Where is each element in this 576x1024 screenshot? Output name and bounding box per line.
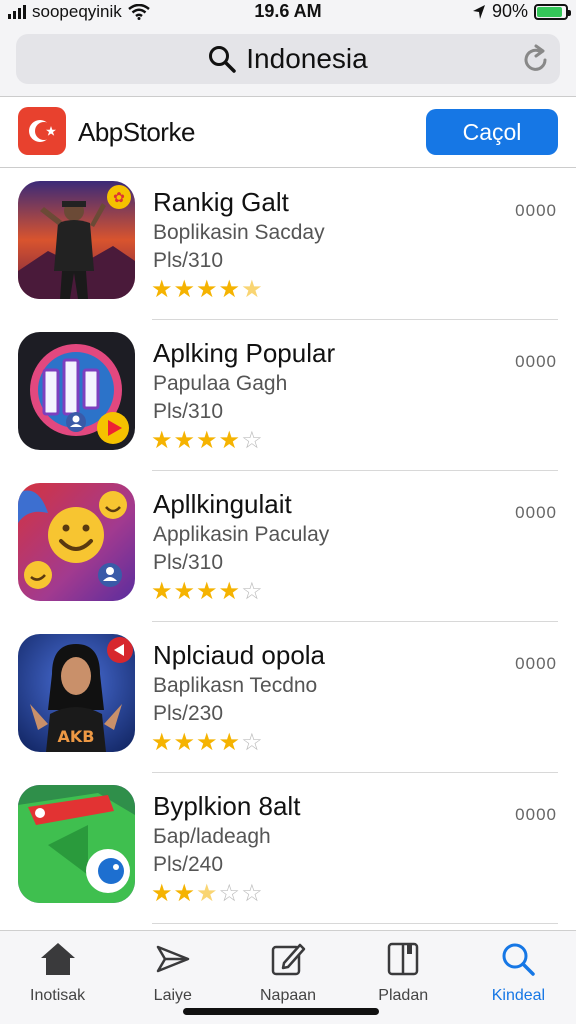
- battery-icon: [534, 3, 571, 20]
- search-icon: [209, 46, 237, 73]
- app-title: Apllkingulait: [153, 489, 292, 519]
- star-full-icon: ★: [151, 427, 173, 454]
- search-icon: [502, 943, 536, 976]
- bar-chart-app-icon: [18, 332, 135, 450]
- star-rating: ★ ★ ★ ★ ☆: [151, 579, 263, 605]
- crescent-star-icon: [29, 120, 56, 142]
- star-full-icon: ★: [218, 578, 241, 605]
- store-logo: [18, 107, 66, 155]
- app-subtitle: Бар/ladeagh: [153, 825, 271, 848]
- star-empty-icon: ☆: [241, 578, 263, 605]
- battery-level: [537, 6, 563, 17]
- tab-label: Inotisak: [30, 987, 86, 1004]
- app-row[interactable]: Byplkion 8alt Бар/ladeagh Pls/240 ★ ★ ★ ☆ ☆ …: [0, 773, 576, 924]
- app-row[interactable]: Aplking Popular Papulaa Gagh Pls/310 ★ ★ ★…: [0, 320, 576, 471]
- star-rating: ★ ★ ★ ★ ☆: [151, 428, 263, 454]
- app-subtitle: Baplikasn Tecdno: [153, 674, 318, 697]
- star-full-icon: ★: [196, 427, 218, 454]
- star-full-icon: ★: [151, 880, 173, 907]
- store-name: AbpStorke: [78, 117, 195, 147]
- star-rating: ★ ★ ★ ☆ ☆: [151, 881, 263, 907]
- app-row[interactable]: AKB Nplciaud opola Baplikasn Tecdno Pls/…: [0, 622, 576, 773]
- star-full-icon: ★: [173, 276, 196, 303]
- row-divider: [152, 923, 558, 924]
- star-full-icon: ★: [196, 729, 218, 756]
- svg-text:AKB: AKB: [58, 727, 95, 746]
- status-bar: soopeqyinik 19.6 AM 90%: [0, 0, 576, 24]
- app-size: Pls/230: [153, 702, 224, 725]
- star-half-icon: ★: [196, 880, 218, 907]
- star-rating: ★ ★ ★ ★ ☆: [151, 730, 263, 756]
- tab-label: Pladan: [378, 987, 429, 1004]
- star-full-icon: ★: [218, 276, 241, 303]
- star-full-icon: ★: [196, 276, 218, 303]
- svg-text:✿: ✿: [113, 189, 125, 205]
- paper-plane-icon: [156, 945, 190, 973]
- more-options[interactable]: 0000: [515, 654, 557, 674]
- location-arrow-icon: [472, 4, 485, 19]
- app-title: Byplkion 8alt: [153, 791, 301, 821]
- search-area: Indonesia: [0, 24, 576, 96]
- app-title: Aplking Popular: [153, 338, 336, 368]
- star-full-icon: ★: [151, 578, 173, 605]
- star-full-icon: ★: [151, 729, 173, 756]
- more-options[interactable]: 0000: [515, 352, 557, 372]
- book-icon: [387, 942, 419, 976]
- app-size: Pls/310: [153, 400, 224, 423]
- reload-icon[interactable]: [522, 44, 550, 74]
- app-subtitle: Applikasin Paculay: [153, 523, 330, 546]
- search-query: Indonesia: [246, 43, 368, 74]
- star-empty-icon: ☆: [241, 880, 263, 907]
- star-full-icon: ★: [173, 729, 196, 756]
- search-input[interactable]: Indonesia: [16, 34, 560, 84]
- tab-home[interactable]: Inotisak: [0, 931, 115, 1024]
- star-full-icon: ★: [218, 427, 241, 454]
- more-options[interactable]: 0000: [515, 201, 557, 221]
- home-indicator[interactable]: [183, 1008, 379, 1015]
- app-subtitle: Papulaa Gagh: [153, 372, 288, 395]
- store-header: AbpStorke Caçol: [0, 96, 576, 168]
- home-icon: [40, 943, 75, 975]
- more-options[interactable]: 0000: [515, 805, 557, 825]
- tab-label: Napaan: [259, 987, 317, 1004]
- star-full-icon: ★: [173, 427, 196, 454]
- dancer-photo-icon: ✿: [18, 181, 135, 299]
- battery-percent: 90%: [491, 1, 528, 21]
- app-row[interactable]: Apllkingulait Applikasin Paculay Pls/310…: [0, 471, 576, 622]
- status-right-group: 90%: [472, 1, 571, 22]
- star-empty-icon: ☆: [218, 880, 241, 907]
- app-size: Pls/310: [153, 551, 224, 574]
- app-size: Pls/240: [153, 853, 224, 876]
- green-map-icon: [18, 785, 135, 903]
- edit-icon: [271, 943, 306, 976]
- woman-photo-icon: AKB: [18, 634, 135, 752]
- star-full-icon: ★: [173, 880, 196, 907]
- star-empty-icon: ☆: [241, 427, 263, 454]
- star-full-icon: ★: [151, 276, 173, 303]
- more-options[interactable]: 0000: [515, 503, 557, 523]
- star-full-icon: ★: [196, 578, 218, 605]
- app-subtitle: Boplikasin Sacday: [153, 221, 325, 244]
- app-row[interactable]: ✿ Rankig Galt Boplikasin Sacday Pls/310 …: [0, 169, 576, 320]
- cancel-button[interactable]: Caçol: [426, 109, 558, 155]
- app-list: ✿ Rankig Galt Boplikasin Sacday Pls/310 …: [0, 169, 576, 924]
- app-title: Nplciaud opola: [153, 640, 326, 670]
- tab-label: Laiye: [153, 987, 192, 1004]
- tab-label: Kindeal: [491, 987, 546, 1004]
- app-title: Rankig Galt: [153, 187, 289, 217]
- emoji-app-icon: [18, 483, 135, 601]
- tab-search[interactable]: Kindeal: [461, 931, 576, 1024]
- star-rating: ★ ★ ★ ★ ★: [151, 277, 263, 303]
- star-empty-icon: ☆: [241, 729, 263, 756]
- star-full-icon: ★: [218, 729, 241, 756]
- star-half-icon: ★: [241, 276, 263, 303]
- app-size: Pls/310: [153, 249, 224, 272]
- star-full-icon: ★: [173, 578, 196, 605]
